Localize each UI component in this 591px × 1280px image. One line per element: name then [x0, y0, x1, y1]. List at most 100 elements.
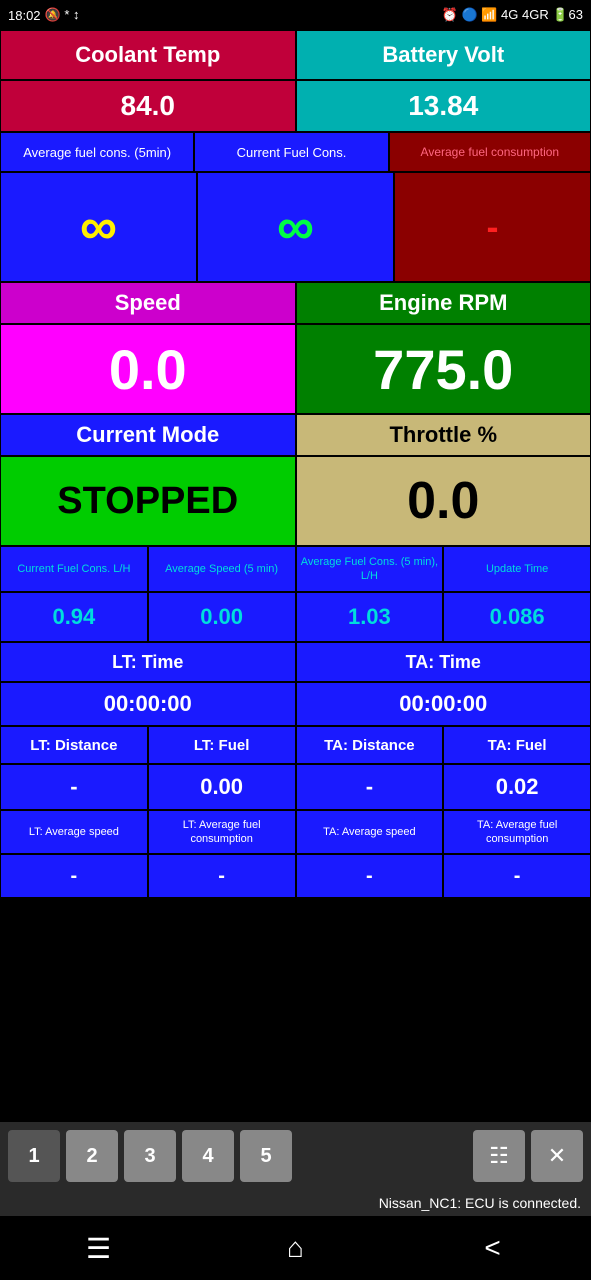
ta-avg-speed-val-cell: - [296, 854, 444, 898]
lt-fuel-value: 0.00 [200, 774, 243, 800]
speed-value-cell: 0.0 [0, 324, 296, 414]
status-message: Nissan_NC1: ECU is connected. [0, 1190, 591, 1216]
lt-avg-fuel-val-cell: - [148, 854, 296, 898]
close-button[interactable]: ✕ [531, 1130, 583, 1182]
rpm-value-cell: 775.0 [296, 324, 591, 414]
tab-5-button[interactable]: 5 [240, 1130, 292, 1182]
ta-distance-label: TA: Distance [324, 737, 415, 754]
stats-labels-row: Current Fuel Cons. L/H Average Speed (5 … [0, 546, 591, 592]
nav-home-button[interactable]: ⌂ [266, 1218, 326, 1278]
stat-col3-label-cell: Average Fuel Cons. (5 min), L/H [296, 546, 444, 592]
rpm-value: 775.0 [373, 337, 513, 402]
stat-col4-value: 0.086 [490, 604, 545, 630]
back-icon: < [484, 1232, 500, 1264]
lt-avg-speed-label-cell: LT: Average speed [0, 810, 148, 854]
speed-rpm-values-row: 0.0 775.0 [0, 324, 591, 414]
speed-rpm-labels-row: Speed Engine RPM [0, 282, 591, 324]
battery-label-cell: Battery Volt [296, 30, 591, 80]
lt-time-label: LT: Time [112, 652, 183, 673]
stat-col1-label: Current Fuel Cons. L/H [17, 562, 130, 576]
mode-label: Current Mode [76, 422, 219, 448]
lt-avg-fuel-label-cell: LT: Average fuel consumption [148, 810, 296, 854]
infinity-green-cell: ∞ [197, 172, 394, 282]
stat-col2-label: Average Speed (5 min) [165, 562, 278, 576]
lt-dist-label-cell: LT: Distance [0, 726, 148, 764]
infinity-yellow-cell: ∞ [0, 172, 197, 282]
stats-values-row: 0.94 0.00 1.03 0.086 [0, 592, 591, 642]
ta-dist-label-cell: TA: Distance [296, 726, 444, 764]
lt-fuel-label: LT: Fuel [194, 737, 250, 754]
stat-col3-label: Average Fuel Cons. (5 min), L/H [299, 555, 441, 584]
mode-value: STOPPED [57, 480, 238, 523]
stat-col2-val-cell: 0.00 [148, 592, 296, 642]
avg-values-row: - - - - [0, 854, 591, 898]
tab-3-button[interactable]: 3 [124, 1130, 176, 1182]
avg-fuel-label: Average fuel cons. (5min) [23, 145, 171, 160]
lt-fuel-val-cell: 0.00 [148, 764, 296, 810]
avg-fuel-right-label: Average fuel consumption [421, 145, 560, 159]
throttle-label: Throttle % [389, 422, 497, 448]
home-icon: ⌂ [287, 1232, 304, 1264]
dash-red-cell: - [394, 172, 591, 282]
speed-label-cell: Speed [0, 282, 296, 324]
avg-labels-row: LT: Average speed LT: Average fuel consu… [0, 810, 591, 854]
ta-time-val-cell: 00:00:00 [296, 682, 591, 726]
stat-col4-val-cell: 0.086 [443, 592, 591, 642]
stat-col1-label-cell: Current Fuel Cons. L/H [0, 546, 148, 592]
avg-fuel-label-cell: Average fuel cons. (5min) [0, 132, 194, 172]
settings-icon: ☷ [489, 1143, 509, 1169]
mode-throttle-values-row: STOPPED 0.0 [0, 456, 591, 546]
mode-value-cell: STOPPED [0, 456, 296, 546]
infinity-yellow-symbol: ∞ [80, 197, 117, 257]
ta-fuel-value: 0.02 [496, 774, 539, 800]
speed-label: Speed [115, 290, 181, 316]
stat-col4-label: Update Time [486, 562, 548, 576]
speed-value: 0.0 [109, 337, 187, 402]
tab-1-button[interactable]: 1 [8, 1130, 60, 1182]
ta-fuel-label-cell: TA: Fuel [443, 726, 591, 764]
lt-distance-label: LT: Distance [30, 737, 117, 754]
tab-2-button[interactable]: 2 [66, 1130, 118, 1182]
status-icons: 🔕 * ↕ [45, 7, 80, 23]
sensor-values-row: 84.0 13.84 [0, 80, 591, 132]
menu-icon: ☰ [86, 1232, 111, 1265]
ta-time-value: 00:00:00 [399, 691, 487, 717]
lt-avg-speed-value: - [71, 865, 78, 888]
stat-col4-label-cell: Update Time [443, 546, 591, 592]
time-values-row: 00:00:00 00:00:00 [0, 682, 591, 726]
stat-col3-val-cell: 1.03 [296, 592, 444, 642]
stat-col2-label-cell: Average Speed (5 min) [148, 546, 296, 592]
ta-fuel-val-cell: 0.02 [443, 764, 591, 810]
ta-avg-fuel-value: - [514, 865, 521, 888]
mode-throttle-labels-row: Current Mode Throttle % [0, 414, 591, 456]
nav-back-button[interactable]: < [463, 1218, 523, 1278]
coolant-label: Coolant Temp [75, 42, 220, 68]
ta-avg-fuel-val-cell: - [443, 854, 591, 898]
status-left: 18:02 🔕 * ↕ [8, 7, 80, 23]
dash-red-symbol: - [487, 206, 499, 248]
ta-dist-val-cell: - [296, 764, 444, 810]
throttle-value: 0.0 [407, 471, 479, 531]
settings-icon-button[interactable]: ☷ [473, 1130, 525, 1182]
lt-distance-value: - [70, 774, 77, 800]
main-grid: Coolant Temp Battery Volt 84.0 13.84 Ave… [0, 30, 591, 1122]
ta-avg-fuel-label-cell: TA: Average fuel consumption [443, 810, 591, 854]
tab-4-button[interactable]: 4 [182, 1130, 234, 1182]
sensor-labels-row: Coolant Temp Battery Volt [0, 30, 591, 80]
battery-label: Battery Volt [382, 42, 504, 68]
rpm-label: Engine RPM [379, 290, 507, 316]
lt-avg-fuel-label: LT: Average fuel consumption [151, 818, 293, 847]
coolant-value-cell: 84.0 [0, 80, 296, 132]
rpm-label-cell: Engine RPM [296, 282, 591, 324]
tab-bar: 1 2 3 4 5 ☷ ✕ [0, 1122, 591, 1190]
stat-col3-value: 1.03 [348, 604, 391, 630]
ta-time-label: TA: Time [406, 652, 481, 673]
lt-time-value: 00:00:00 [104, 691, 192, 717]
battery-value: 13.84 [408, 90, 478, 122]
throttle-value-cell: 0.0 [296, 456, 591, 546]
nav-menu-button[interactable]: ☰ [69, 1218, 129, 1278]
avg-fuel-right-cell: Average fuel consumption [389, 132, 591, 172]
stat-col1-val-cell: 0.94 [0, 592, 148, 642]
ta-avg-speed-value: - [366, 865, 373, 888]
mode-label-cell: Current Mode [0, 414, 296, 456]
